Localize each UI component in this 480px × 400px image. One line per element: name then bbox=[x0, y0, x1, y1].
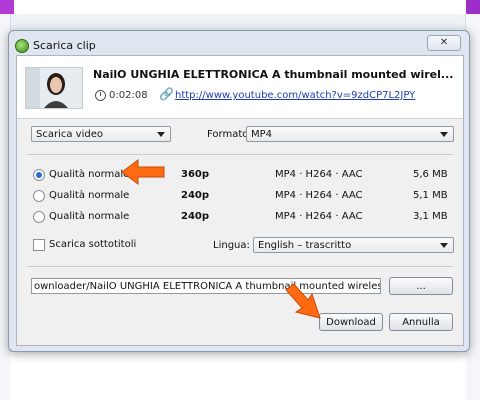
subtitles-checkbox[interactable] bbox=[33, 239, 45, 251]
link-icon: 🔗 bbox=[159, 87, 174, 101]
resolution: 360p bbox=[181, 169, 210, 180]
video-info-header: NailO UNGHIA ELETTRONICA A thumbnail mou… bbox=[17, 56, 463, 119]
background-purple-accent-left bbox=[0, 0, 14, 14]
browse-button[interactable]: ... bbox=[389, 277, 453, 295]
language-value: English – trascritto bbox=[258, 240, 352, 251]
close-button[interactable]: ✕ bbox=[427, 35, 461, 51]
quality-radio-3[interactable] bbox=[33, 211, 45, 223]
section-divider bbox=[27, 154, 453, 155]
section-divider bbox=[27, 266, 453, 267]
file-size: 5,1 MB bbox=[413, 190, 448, 201]
dialog-content: NailO UNGHIA ELETTRONICA A thumbnail mou… bbox=[16, 55, 464, 346]
video-url-link[interactable]: http://www.youtube.com/watch?v=9zdCP7L2J… bbox=[175, 90, 415, 101]
thumbnail-person-image bbox=[26, 68, 82, 108]
video-duration: 0:02:08 bbox=[109, 90, 148, 101]
subtitles-label: Scarica sottotitoli bbox=[49, 239, 137, 250]
app-logo-icon bbox=[15, 39, 29, 53]
save-path-field[interactable]: ownloader/NailO UNGHIA ELETTRONICA A thu… bbox=[31, 278, 381, 294]
quality-radio-1[interactable] bbox=[33, 169, 45, 181]
resolution: 240p bbox=[181, 190, 210, 201]
annotation-arrow-down-right-icon bbox=[285, 283, 321, 319]
format-select[interactable]: MP4 bbox=[246, 126, 454, 142]
dialog-title: Scarica clip bbox=[33, 39, 96, 52]
video-thumbnail bbox=[25, 67, 83, 109]
format-value: MP4 bbox=[251, 129, 273, 140]
quality-radio-2[interactable] bbox=[33, 190, 45, 202]
background-purple-accent-right bbox=[466, 0, 480, 14]
codec-info: MP4 · H264 · AAC bbox=[275, 190, 363, 201]
cancel-button[interactable]: Annulla bbox=[389, 313, 453, 331]
chevron-down-icon bbox=[440, 132, 448, 137]
background-bottom-area bbox=[10, 352, 466, 400]
quality-label: Qualità normale bbox=[49, 190, 130, 201]
codec-info: MP4 · H264 · AAC bbox=[275, 169, 363, 180]
chevron-down-icon bbox=[157, 132, 165, 137]
language-select[interactable]: English – trascritto bbox=[253, 237, 454, 253]
background-top-bar bbox=[0, 0, 480, 14]
download-button[interactable]: Download bbox=[319, 313, 383, 331]
annotation-arrow-left-icon bbox=[121, 159, 165, 185]
quality-label: Qualità normale bbox=[49, 169, 130, 180]
download-mode-value: Scarica video bbox=[36, 129, 103, 140]
format-label: Formato bbox=[207, 129, 249, 140]
video-title: NailO UNGHIA ELETTRONICA A thumbnail mou… bbox=[93, 68, 454, 81]
resolution: 240p bbox=[181, 211, 210, 222]
chevron-down-icon bbox=[440, 243, 448, 248]
download-clip-dialog: Scarica clip ✕ NailO UNGHIA ELETTRONICA … bbox=[8, 30, 470, 352]
file-size: 3,1 MB bbox=[413, 211, 448, 222]
language-label: Lingua: bbox=[213, 240, 250, 251]
download-mode-select[interactable]: Scarica video bbox=[31, 126, 171, 142]
file-size: 5,6 MB bbox=[413, 169, 448, 180]
clock-icon bbox=[95, 90, 106, 101]
codec-info: MP4 · H264 · AAC bbox=[275, 211, 363, 222]
quality-label: Qualità normale bbox=[49, 211, 130, 222]
